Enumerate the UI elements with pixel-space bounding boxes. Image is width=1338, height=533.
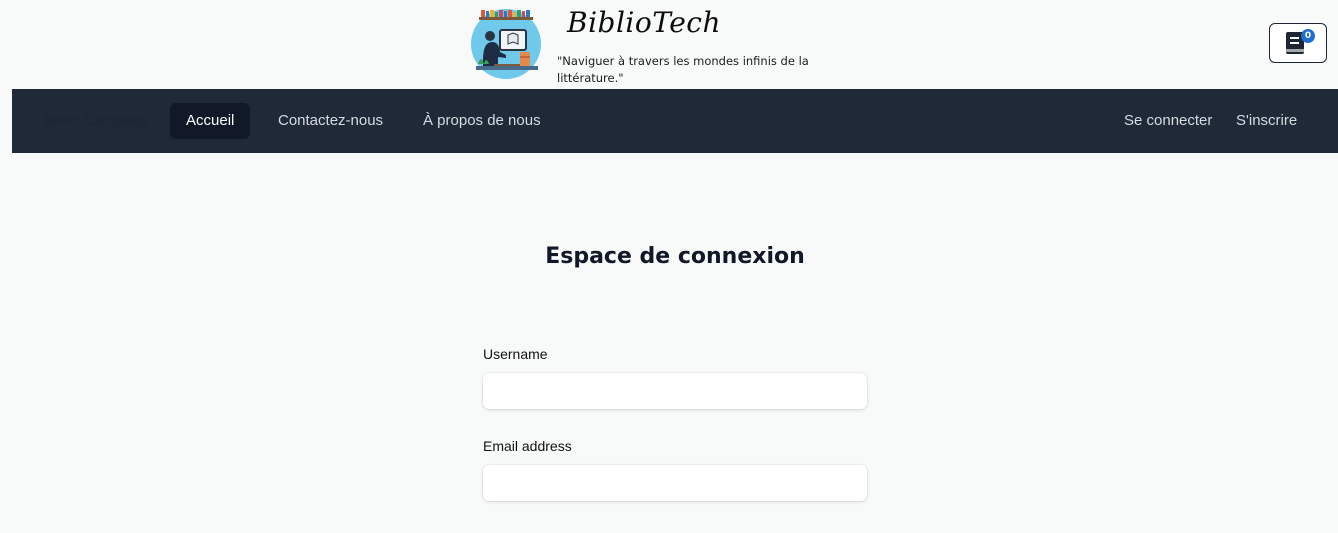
brand-title[interactable]: BiblioTech <box>567 6 721 39</box>
reading-person-logo[interactable] <box>470 8 542 80</box>
cart-button[interactable]: 0 <box>1269 23 1327 63</box>
email-label: Email address <box>483 438 572 454</box>
username-input[interactable] <box>483 373 867 409</box>
username-label: Username <box>483 346 548 362</box>
site-header: BiblioTech "Naviguer à travers les monde… <box>0 0 1338 89</box>
nav-link-accueil[interactable]: Accueil <box>170 103 251 139</box>
page-title: Espace de connexion <box>545 244 805 269</box>
nav-link-login[interactable]: Se connecter <box>1124 103 1212 139</box>
nav-link-signup[interactable]: S'inscrire <box>1236 103 1297 139</box>
main-navbar: Book Company Accueil Contactez-nous À pr… <box>12 89 1338 153</box>
nav-link-about[interactable]: À propos de nous <box>423 103 541 139</box>
brand-tagline: "Naviguer à travers les mondes infinis d… <box>557 54 809 85</box>
cart-count-badge: 0 <box>1301 29 1315 43</box>
email-input[interactable] <box>483 465 867 501</box>
navbar-brand[interactable]: Book Company <box>45 112 148 129</box>
nav-link-contact[interactable]: Contactez-nous <box>278 103 383 139</box>
